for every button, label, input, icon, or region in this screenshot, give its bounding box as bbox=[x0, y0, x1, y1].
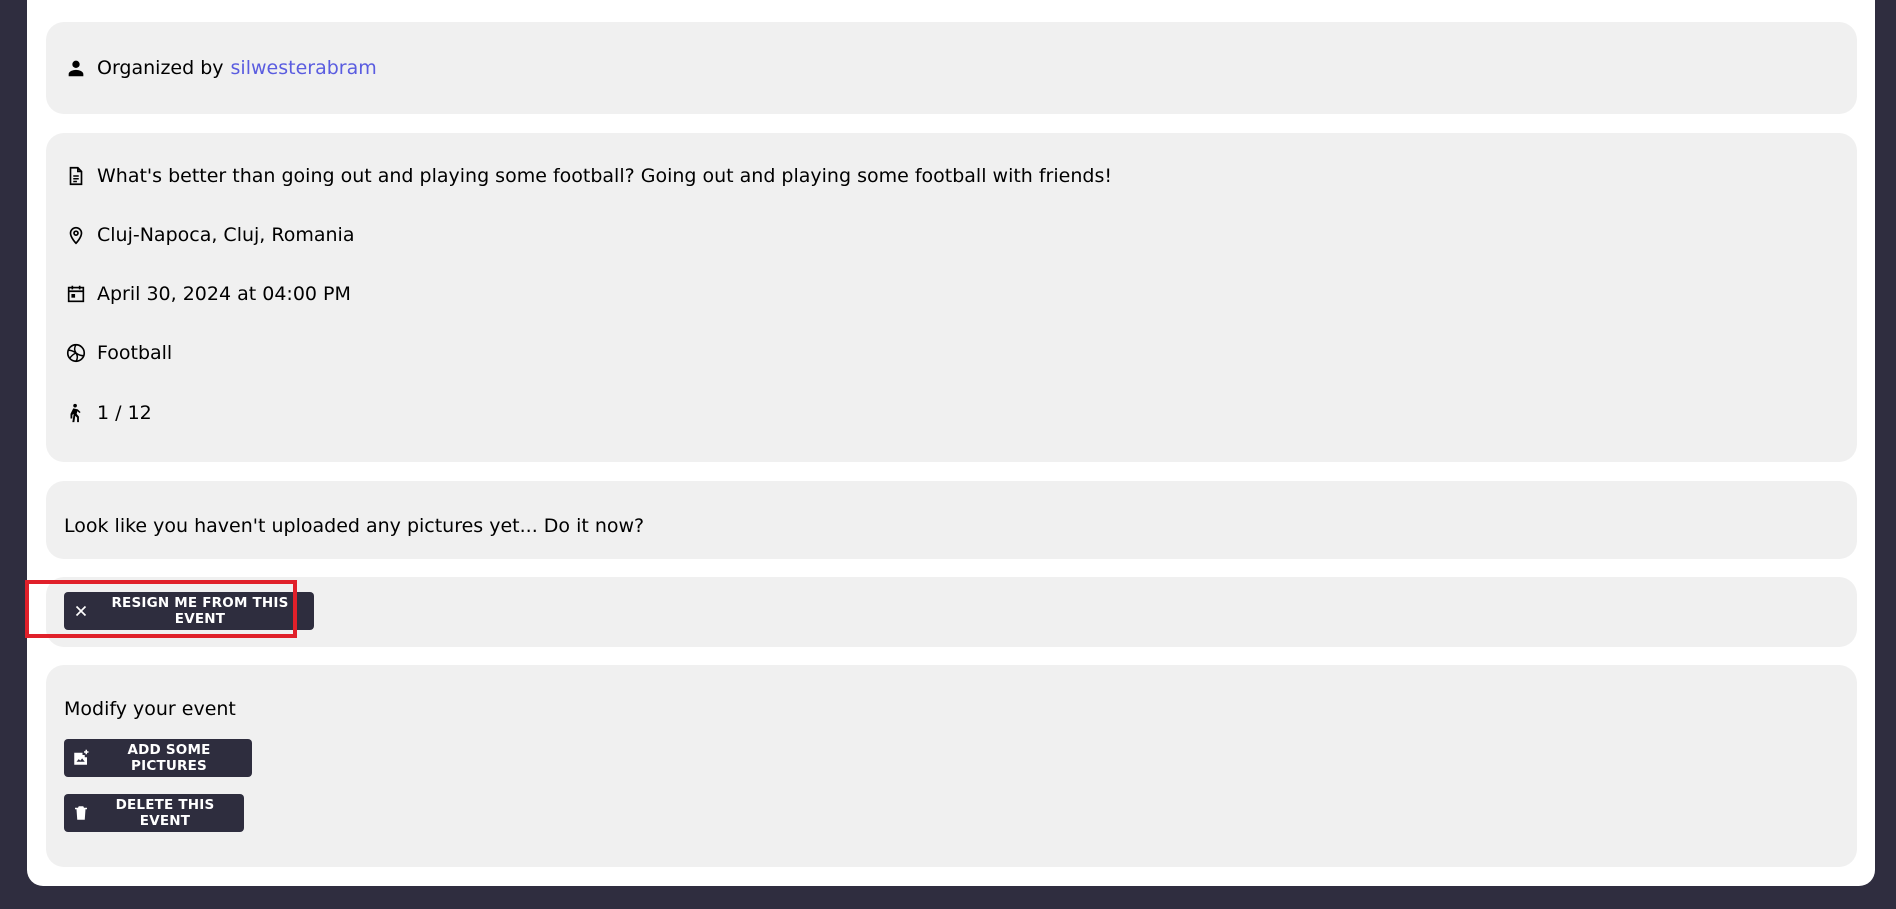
event-details-card: What's better than going out and playing… bbox=[46, 133, 1857, 462]
no-pictures-message: Look like you haven't uploaded any pictu… bbox=[64, 515, 645, 537]
modify-event-title: Modify your event bbox=[64, 698, 236, 720]
trash-icon bbox=[72, 804, 90, 822]
datetime-row: April 30, 2024 at 04:00 PM bbox=[64, 282, 351, 306]
resign-button-label: RESIGN ME FROM THIS EVENT bbox=[111, 595, 289, 627]
add-pictures-button[interactable]: ADD SOME PICTURES bbox=[64, 739, 252, 777]
event-page: Organized by silwesterabram What's bette… bbox=[27, 0, 1875, 886]
event-location: Cluj-Napoca, Cluj, Romania bbox=[97, 224, 355, 246]
delete-event-button[interactable]: DELETE THIS EVENT bbox=[64, 794, 244, 832]
location-row: Cluj-Napoca, Cluj, Romania bbox=[64, 223, 354, 247]
calendar-icon bbox=[64, 282, 88, 306]
resign-card: RESIGN ME FROM THIS EVENT bbox=[46, 577, 1857, 647]
event-sport: Football bbox=[97, 342, 173, 364]
add-pictures-button-label: ADD SOME PICTURES bbox=[127, 742, 211, 774]
add-photo-icon bbox=[72, 749, 90, 767]
sport-row: Football bbox=[64, 341, 172, 365]
close-icon bbox=[72, 602, 90, 620]
resign-button[interactable]: RESIGN ME FROM THIS EVENT bbox=[64, 592, 314, 630]
pictures-card: Look like you haven't uploaded any pictu… bbox=[46, 481, 1857, 559]
event-datetime: April 30, 2024 at 04:00 PM bbox=[97, 283, 351, 305]
sports-ball-icon bbox=[64, 341, 88, 365]
description-row: What's better than going out and playing… bbox=[64, 164, 1112, 188]
organizer-username-link[interactable]: silwesterabram bbox=[231, 56, 377, 80]
person-icon bbox=[64, 56, 88, 80]
organizer-card: Organized by silwesterabram bbox=[46, 22, 1857, 114]
event-participants: 1 / 12 bbox=[97, 402, 152, 424]
organizer-prefix: Organized by bbox=[97, 57, 224, 79]
event-description: What's better than going out and playing… bbox=[97, 165, 1112, 187]
delete-event-button-label: DELETE THIS EVENT bbox=[115, 797, 215, 829]
organizer-row: Organized by silwesterabram bbox=[64, 56, 377, 80]
modify-event-card: Modify your event ADD SOME PICTURES DELE… bbox=[46, 665, 1857, 867]
location-pin-icon bbox=[64, 223, 88, 247]
participants-row: 1 / 12 bbox=[64, 401, 152, 425]
person-running-icon bbox=[64, 401, 88, 425]
document-icon bbox=[64, 164, 88, 188]
